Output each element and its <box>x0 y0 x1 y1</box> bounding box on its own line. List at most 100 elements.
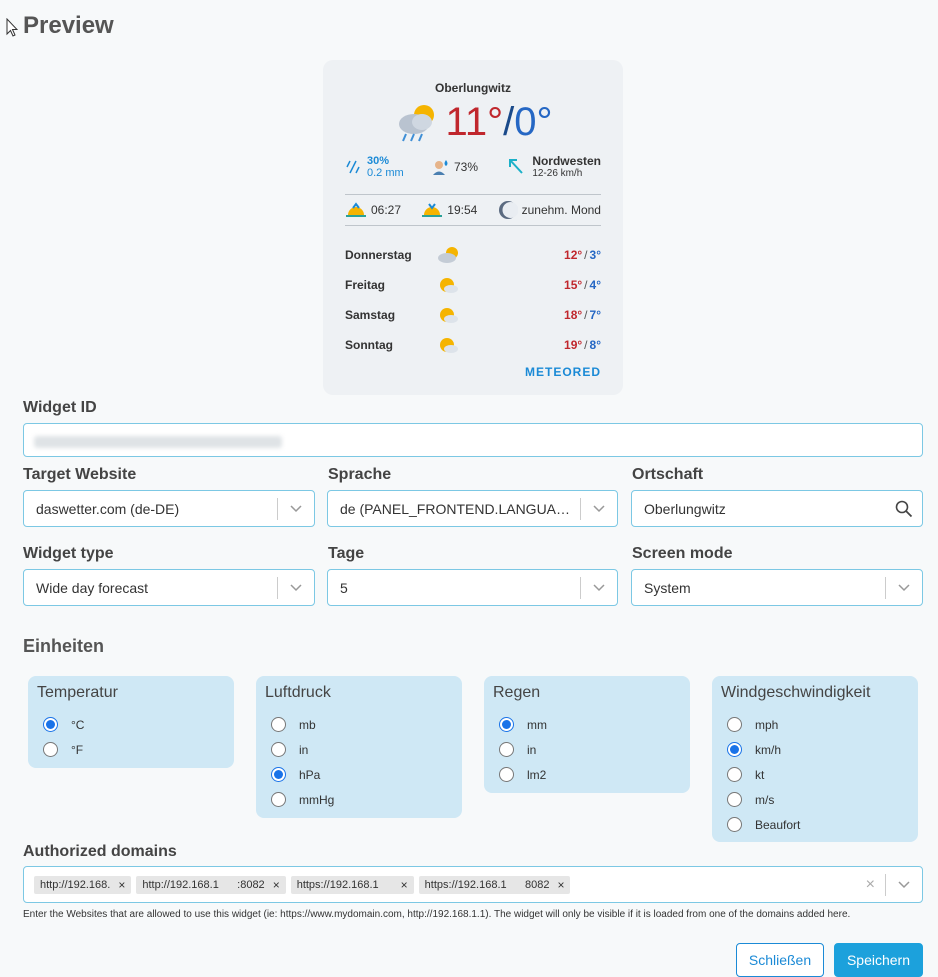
radio-option[interactable]: in <box>265 737 453 762</box>
sun-cloud-icon <box>440 278 458 293</box>
mouse-cursor-icon <box>6 18 18 37</box>
radio-option[interactable]: km/h <box>721 737 909 762</box>
search-icon[interactable] <box>886 500 922 518</box>
radio-label: mph <box>755 717 779 732</box>
radio-button[interactable] <box>727 717 742 732</box>
day-high: 18° <box>564 308 583 322</box>
sun-moon-row: 06:27 19:54 zunehm. Mond <box>345 194 601 226</box>
day-high: 19° <box>564 338 583 352</box>
ortschaft-label: Ortschaft <box>632 466 704 483</box>
radio-label: in <box>299 742 309 757</box>
radio-button-checked[interactable] <box>43 717 58 732</box>
day-temp-separator: / <box>584 278 588 292</box>
day-temperature: 15°/4° <box>564 278 601 292</box>
stat-wind: Nordwesten 12-26 km/h <box>506 154 601 179</box>
chevron-down-icon[interactable] <box>886 880 922 889</box>
tage-value: 5 <box>340 579 348 596</box>
authorized-domains-input[interactable]: http://192.168. × http://192.168.1 :8082 ×… <box>23 866 923 903</box>
day-temp-separator: / <box>584 338 588 352</box>
chevron-down-icon[interactable] <box>278 504 314 513</box>
blurred-widget-id <box>34 436 282 448</box>
day-high: 12° <box>564 248 583 262</box>
radio-option[interactable]: mph <box>721 712 909 737</box>
chevron-down-icon[interactable] <box>581 583 617 592</box>
stat-rain: 30% 0.2 mm <box>345 155 404 179</box>
widget-type-select[interactable]: Wide day forecast <box>23 569 315 606</box>
radio-label: kt <box>755 767 765 782</box>
unit-group-title: Windgeschwindigkeit <box>721 684 871 701</box>
target-website-label: Target Website <box>23 466 137 483</box>
radio-option[interactable]: kt <box>721 762 909 787</box>
chevron-down-icon[interactable] <box>278 583 314 592</box>
temp-high: 11° <box>445 100 504 144</box>
units-section-title: Einheiten <box>23 636 105 656</box>
radio-option[interactable]: in <box>493 737 681 762</box>
radio-button[interactable] <box>271 742 286 757</box>
radio-button[interactable] <box>499 742 514 757</box>
rain-amount: 0.2 mm <box>367 166 404 179</box>
radio-label: lm2 <box>527 767 547 782</box>
target-website-value: daswetter.com (de-DE) <box>36 500 180 517</box>
day-temp-separator: / <box>584 248 588 262</box>
save-button[interactable]: Speichern <box>834 943 923 977</box>
radio-option[interactable]: mm <box>493 712 681 737</box>
radio-button-checked[interactable] <box>499 717 514 732</box>
day-temperature: 19°/8° <box>564 338 601 352</box>
unit-group-regen: Regen mm in lm2 <box>484 676 690 793</box>
radio-button[interactable] <box>499 767 514 782</box>
radio-button-checked[interactable] <box>271 767 286 782</box>
day-low: 8° <box>589 338 601 352</box>
chevron-down-icon[interactable] <box>581 504 617 513</box>
radio-option[interactable]: °F <box>37 737 225 762</box>
radio-button[interactable] <box>271 792 286 807</box>
unit-group-title: Luftdruck <box>265 684 331 701</box>
tage-label: Tage <box>328 545 365 562</box>
remove-tag-icon[interactable]: × <box>118 878 125 892</box>
radio-button[interactable] <box>727 792 742 807</box>
radio-label: km/h <box>755 742 782 757</box>
target-website-select[interactable]: daswetter.com (de-DE) <box>23 490 315 527</box>
wind-speed: 12-26 km/h <box>532 168 583 179</box>
widget-id-label: Widget ID <box>23 399 97 416</box>
radio-option[interactable]: hPa <box>265 762 453 787</box>
sunset: 19:54 <box>421 202 477 218</box>
day-temp-separator: / <box>584 308 588 322</box>
radio-option[interactable]: lm2 <box>493 762 681 787</box>
radio-option[interactable]: °C <box>37 712 225 737</box>
radio-option[interactable]: mmHg <box>265 787 453 812</box>
radio-button-checked[interactable] <box>727 742 742 757</box>
sprache-select[interactable]: de (PANEL_FRONTEND.LANGUAGE... <box>327 490 618 527</box>
radio-label: in <box>527 742 537 757</box>
widget-type-label: Widget type <box>23 545 114 562</box>
meteored-logo[interactable]: METEORED <box>525 365 601 379</box>
day-name: Sonntag <box>345 338 393 352</box>
radio-option[interactable]: Beaufort <box>721 812 909 837</box>
radio-button[interactable] <box>43 742 58 757</box>
close-button[interactable]: Schließen <box>736 943 824 977</box>
clear-all-icon[interactable]: × <box>856 876 885 894</box>
radio-option[interactable]: mb <box>265 712 453 737</box>
sunset-icon <box>422 203 443 217</box>
radio-button[interactable] <box>271 717 286 732</box>
radio-option[interactable]: m/s <box>721 787 909 812</box>
ortschaft-search-input[interactable]: Oberlungwitz <box>631 490 923 527</box>
domain-tag-label: http://192.168.1 :8082 <box>142 878 265 891</box>
domain-tag-label: http://192.168. <box>40 878 111 891</box>
humidity-value: 73% <box>453 159 479 174</box>
screen-mode-select[interactable]: System <box>631 569 923 606</box>
sprache-value: de (PANEL_FRONTEND.LANGUAGE... <box>340 500 580 517</box>
widget-id-input[interactable] <box>23 423 923 457</box>
radio-button[interactable] <box>727 817 742 832</box>
forecast-row: Donnerstag 12°/3° <box>345 240 601 270</box>
domain-tag-label: https://192.168.1 <box>296 878 379 891</box>
tage-select[interactable]: 5 <box>327 569 618 606</box>
radio-label: mmHg <box>299 792 335 807</box>
wind-direction: Nordwesten <box>532 154 601 168</box>
remove-tag-icon[interactable]: × <box>401 878 408 892</box>
chevron-down-icon[interactable] <box>886 583 922 592</box>
radio-button[interactable] <box>727 767 742 782</box>
remove-tag-icon[interactable]: × <box>273 878 280 892</box>
remove-tag-icon[interactable]: × <box>557 878 564 892</box>
domain-tag: http://192.168.1 :8082 × <box>136 875 286 894</box>
moon-icon <box>498 201 518 219</box>
